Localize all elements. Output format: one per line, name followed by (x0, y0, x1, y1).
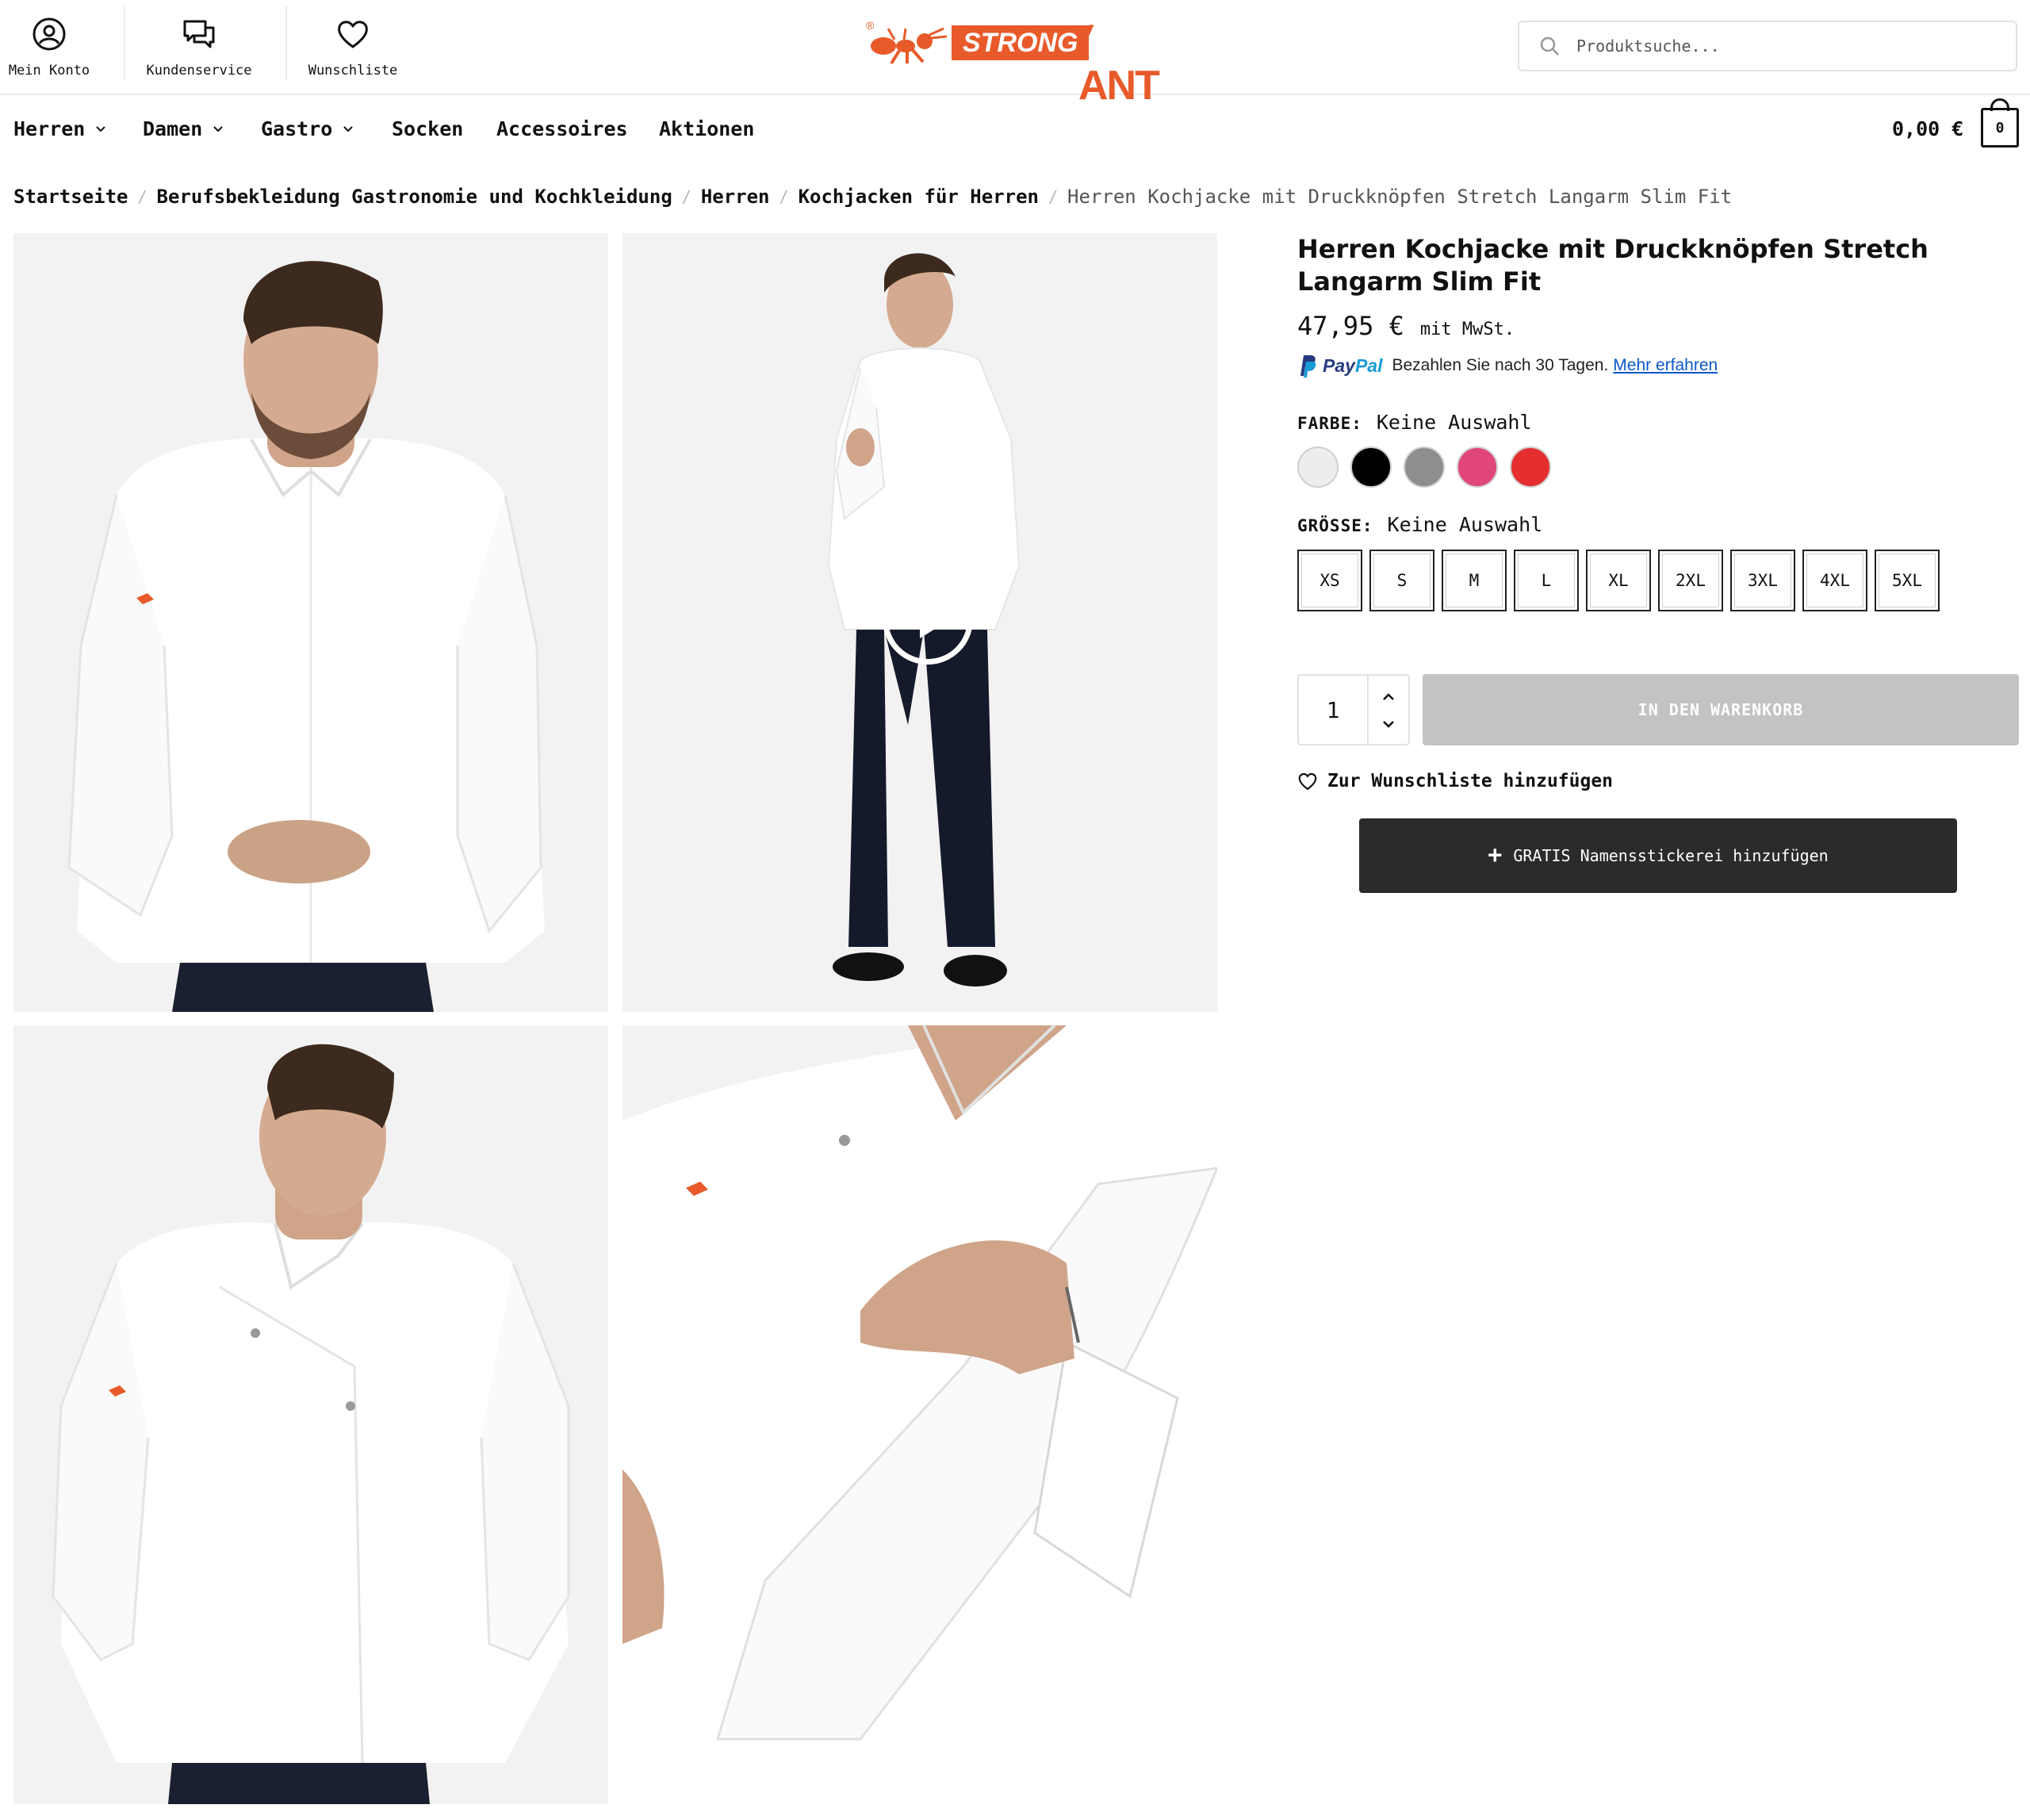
nav-item-socken[interactable]: Socken (392, 117, 463, 140)
breadcrumb-link[interactable]: Herren (701, 186, 770, 208)
customer-service-link[interactable]: Kundenservice (143, 0, 255, 95)
breadcrumb-link[interactable]: Berufsbekleidung Gastronomie und Kochkle… (157, 186, 672, 208)
ant-logo-icon (871, 27, 948, 65)
chevron-down-icon (96, 125, 106, 132)
heart-icon (338, 21, 368, 48)
breadcrumb-current: Herren Kochjacke mit Druckknöpfen Stretc… (1067, 186, 1733, 208)
chevron-down-icon[interactable] (1380, 715, 1397, 733)
nav-label: Aktionen (659, 117, 755, 140)
paypal-wordmark: PayPal (1323, 354, 1383, 376)
brand-logo[interactable]: ® STRONG /ANT (864, 18, 1166, 108)
product-image-front[interactable] (13, 233, 608, 1012)
wishlist-link[interactable]: Wunschliste (304, 0, 401, 95)
plus-icon: + (1488, 841, 1503, 869)
model-photo-illustration (622, 1025, 1217, 1804)
model-photo-illustration (13, 233, 608, 1012)
size-option-4xl[interactable]: 4XL (1802, 550, 1867, 611)
main-navigation: Herren Damen Gastro Socken Accessoires A… (0, 97, 2030, 167)
size-option-m[interactable]: M (1442, 550, 1507, 611)
add-name-embroidery-button[interactable]: + GRATIS Namensstickerei hinzufügen (1359, 818, 1957, 893)
size-label: GRÖSSE: (1297, 516, 1373, 535)
nav-label: Herren (13, 117, 86, 140)
color-swatch-red[interactable] (1510, 446, 1551, 488)
nav-item-gastro[interactable]: Gastro (261, 117, 354, 140)
product-price: 47,95 € (1297, 311, 1404, 341)
add-to-wishlist-link[interactable]: Zur Wunschliste hinzufügen (1297, 771, 1613, 791)
color-attribute-label: FARBE: Keine Auswahl (1297, 411, 1532, 434)
play-video-button[interactable] (883, 574, 973, 665)
model-photo-illustration (13, 1025, 608, 1804)
breadcrumb-link[interactable]: Startseite (13, 186, 128, 208)
divider (285, 6, 287, 81)
paypal-icon (1300, 355, 1316, 377)
size-option-xs[interactable]: XS (1297, 550, 1362, 611)
breadcrumb: Startseite / Berufsbekleidung Gastronomi… (13, 186, 1732, 208)
color-selection: Keine Auswahl (1376, 411, 1532, 434)
breadcrumb-separator: / (681, 187, 691, 206)
color-swatch-pink[interactable] (1457, 446, 1498, 488)
nav-item-aktionen[interactable]: Aktionen (659, 117, 754, 140)
breadcrumb-separator: / (779, 187, 789, 206)
my-account-label: Mein Konto (8, 63, 90, 79)
chat-bubbles-icon (183, 20, 215, 48)
nav-label: Gastro (261, 117, 333, 140)
nav-item-accessoires[interactable]: Accessoires (496, 117, 628, 140)
logo-wordmark-strong: STRONG (952, 25, 1090, 60)
divider (1367, 676, 1369, 744)
breadcrumb-separator: / (1048, 187, 1059, 206)
my-account-link[interactable]: Mein Konto (5, 0, 94, 95)
site-header: Mein Konto Kundenservice Wunschliste ® S… (0, 0, 2030, 108)
wishlist-label: Wunschliste (308, 63, 398, 79)
size-option-3xl[interactable]: 3XL (1730, 550, 1795, 611)
product-image-sleeve-detail[interactable] (622, 1025, 1217, 1804)
nav-label: Accessoires (496, 117, 628, 140)
breadcrumb-separator: / (137, 187, 147, 206)
wishlist-label: Zur Wunschliste hinzufügen (1327, 771, 1614, 791)
cart-total[interactable]: 0,00 € (1892, 117, 1963, 140)
nav-item-damen[interactable]: Damen (143, 117, 224, 140)
paypal-message: PayPal Bezahlen Sie nach 30 Tagen. Mehr … (1297, 354, 1718, 377)
paypal-learn-more-link[interactable]: Mehr erfahren (1613, 356, 1718, 375)
size-option-s[interactable]: S (1369, 550, 1434, 611)
chevron-up-icon[interactable] (1380, 688, 1397, 706)
quantity-input[interactable]: 1 (1299, 676, 1367, 744)
add-to-cart-button[interactable]: IN DEN WARENKORB (1423, 674, 2019, 745)
size-attribute-label: GRÖSSE: Keine Auswahl (1297, 513, 1542, 536)
cart-count: 0 (1995, 119, 2005, 136)
embroidery-label: GRATIS Namensstickerei hinzufügen (1513, 846, 1829, 865)
logo-wordmark-ant: /ANT (1072, 18, 1160, 109)
size-selection: Keine Auswahl (1387, 513, 1543, 536)
product-price-row: 47,95 € mit MwSt. (1297, 311, 1515, 341)
search-input[interactable] (1576, 36, 1989, 56)
tax-note: mit MwSt. (1419, 320, 1515, 339)
chevron-down-icon (213, 125, 223, 132)
size-option-l[interactable]: L (1514, 550, 1579, 611)
cart-bag-icon[interactable]: 0 (1981, 108, 2019, 148)
heart-icon (1298, 772, 1317, 791)
user-circle-icon (33, 17, 66, 51)
color-swatch-white[interactable] (1297, 446, 1339, 488)
breadcrumb-link[interactable]: Kochjacken für Herren (799, 186, 1039, 208)
color-swatch-black[interactable] (1350, 446, 1392, 488)
product-image-front-open[interactable] (13, 1025, 608, 1804)
color-swatch-grey[interactable] (1404, 446, 1445, 488)
product-video-thumbnail[interactable] (622, 233, 1217, 1012)
nav-label: Socken (392, 117, 464, 140)
divider (124, 6, 125, 81)
quantity-stepper: 1 (1297, 674, 1410, 745)
size-option-5xl[interactable]: 5XL (1875, 550, 1940, 611)
size-option-xl[interactable]: XL (1586, 550, 1651, 611)
nav-label: Damen (143, 117, 203, 140)
product-title: Herren Kochjacke mit Druckknöpfen Stretc… (1297, 234, 1928, 297)
customer-service-label: Kundenservice (146, 63, 252, 79)
chevron-down-icon (343, 125, 354, 132)
nav-item-herren[interactable]: Herren (13, 117, 107, 140)
product-search (1518, 21, 2017, 71)
paypal-text: Bezahlen Sie nach 30 Tagen. (1392, 356, 1609, 374)
size-option-2xl[interactable]: 2XL (1658, 550, 1723, 611)
search-icon[interactable] (1538, 35, 1561, 57)
color-label: FARBE: (1297, 414, 1362, 433)
